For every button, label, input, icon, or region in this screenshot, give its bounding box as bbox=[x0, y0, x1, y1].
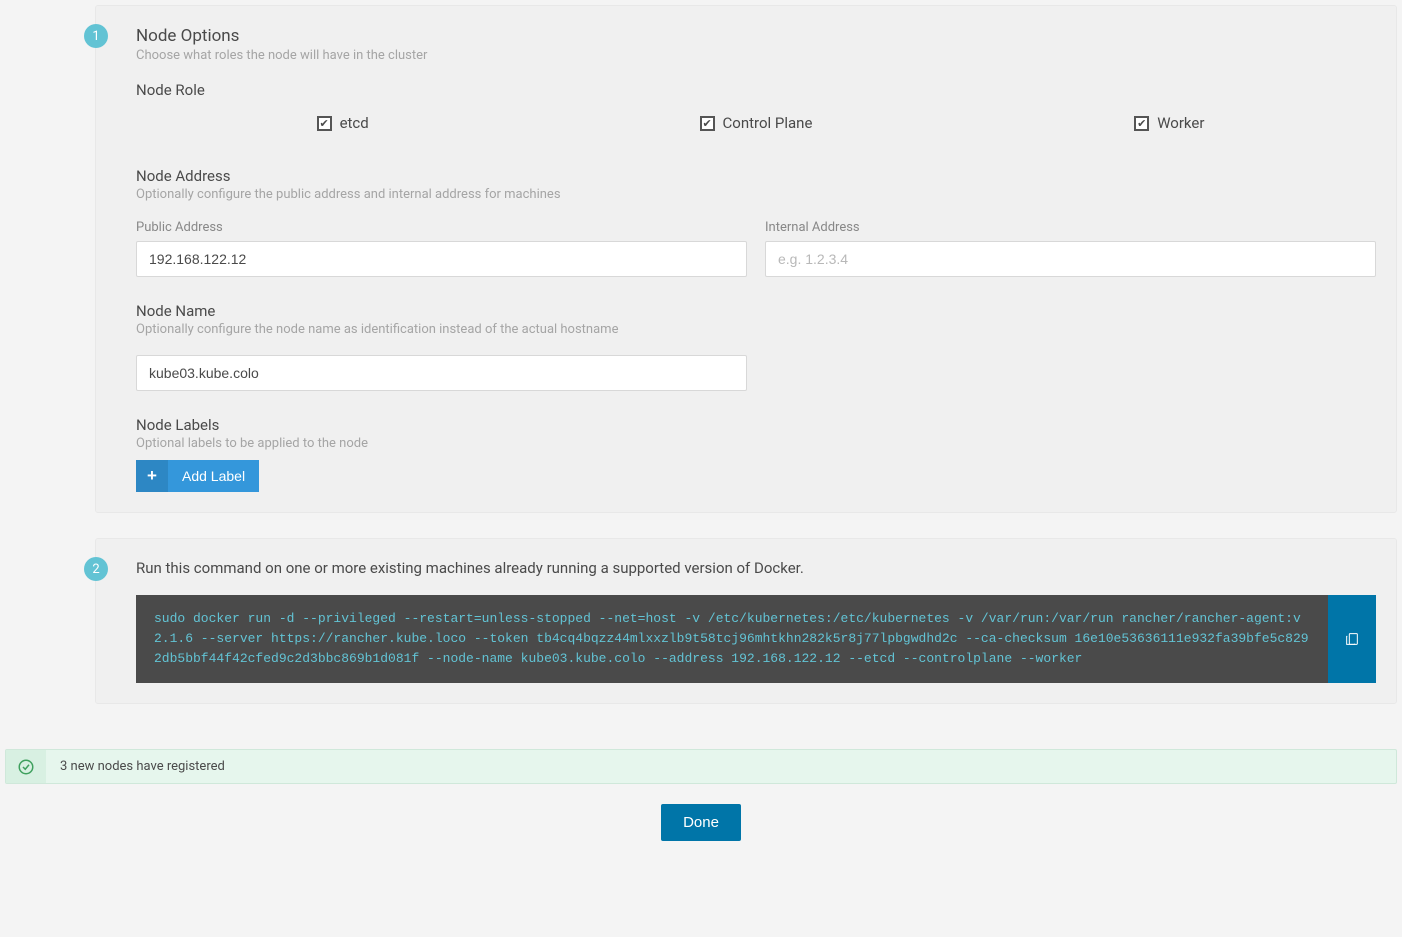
node-address-title: Node Address bbox=[136, 167, 1376, 185]
checkbox-worker[interactable]: ✔ bbox=[1134, 116, 1149, 131]
node-role-row: ✔ etcd ✔ Control Plane ✔ Worker bbox=[136, 114, 1376, 132]
node-options-desc: Choose what roles the node will have in … bbox=[136, 48, 1376, 63]
node-options-panel: 1 Node Options Choose what roles the nod… bbox=[95, 5, 1397, 513]
role-worker[interactable]: ✔ Worker bbox=[963, 114, 1376, 132]
registration-notice: 3 new nodes have registered bbox=[5, 749, 1397, 784]
step-badge-2: 2 bbox=[84, 557, 108, 581]
node-name-title: Node Name bbox=[136, 302, 1376, 320]
check-circle-icon bbox=[6, 750, 46, 783]
node-role-title: Node Role bbox=[136, 81, 1376, 99]
internal-address-label: Internal Address bbox=[765, 220, 1376, 235]
step-badge-1: 1 bbox=[84, 24, 108, 48]
clipboard-icon bbox=[1344, 631, 1360, 647]
copy-button[interactable] bbox=[1328, 595, 1376, 683]
plus-icon: + bbox=[136, 460, 168, 492]
run-command-desc: Run this command on one or more existing… bbox=[136, 559, 1376, 577]
command-code-block: sudo docker run -d --privileged --restar… bbox=[136, 595, 1328, 683]
node-labels-desc: Optional labels to be applied to the nod… bbox=[136, 436, 1376, 451]
notice-text: 3 new nodes have registered bbox=[46, 750, 239, 783]
node-options-title: Node Options bbox=[136, 26, 1376, 46]
checkbox-etcd[interactable]: ✔ bbox=[317, 116, 332, 131]
role-control-plane[interactable]: ✔ Control Plane bbox=[549, 114, 962, 132]
node-name-desc: Optionally configure the node name as id… bbox=[136, 322, 1376, 337]
role-etcd[interactable]: ✔ etcd bbox=[136, 114, 549, 132]
public-address-input[interactable] bbox=[136, 241, 747, 277]
role-control-plane-label: Control Plane bbox=[723, 114, 813, 132]
node-labels-title: Node Labels bbox=[136, 416, 1376, 434]
role-worker-label: Worker bbox=[1157, 114, 1204, 132]
role-etcd-label: etcd bbox=[340, 114, 369, 132]
add-label-button[interactable]: + Add Label bbox=[136, 460, 259, 492]
internal-address-input[interactable] bbox=[765, 241, 1376, 277]
done-button[interactable]: Done bbox=[661, 804, 741, 841]
run-command-panel: 2 Run this command on one or more existi… bbox=[95, 538, 1397, 704]
add-label-text: Add Label bbox=[168, 468, 259, 484]
checkbox-control-plane[interactable]: ✔ bbox=[700, 116, 715, 131]
node-address-desc: Optionally configure the public address … bbox=[136, 187, 1376, 202]
public-address-label: Public Address bbox=[136, 220, 747, 235]
node-name-input[interactable] bbox=[136, 355, 747, 391]
